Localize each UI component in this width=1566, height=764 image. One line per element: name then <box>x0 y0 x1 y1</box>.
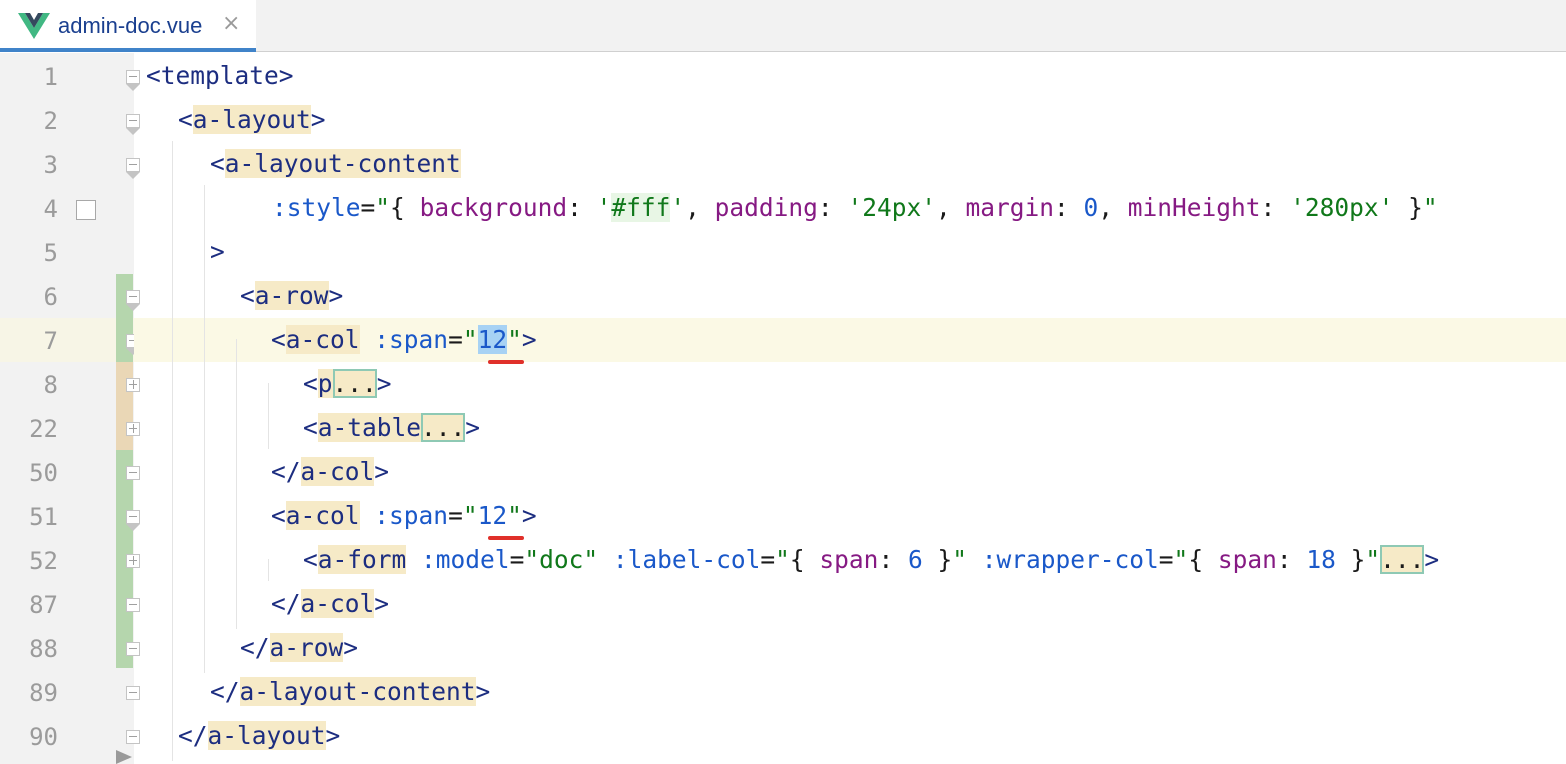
line-number: 50 <box>29 459 58 487</box>
line-number: 1 <box>43 63 58 91</box>
code-line-89: </a-layout-content> <box>210 677 491 706</box>
indent-guide <box>172 141 173 761</box>
folded-region[interactable]: ... <box>1380 545 1425 574</box>
red-underline-marker <box>488 536 524 540</box>
line-number: 88 <box>29 635 58 663</box>
gutter-arrow-icon <box>116 750 132 764</box>
line-number: 2 <box>43 107 58 135</box>
selected-value: 12 <box>477 325 508 354</box>
code-line-22: <a-table...> <box>303 413 481 442</box>
code-line-88: </a-row> <box>240 633 359 662</box>
code-line-51: <a-col :span="12"> <box>271 501 537 530</box>
line-number: 89 <box>29 679 58 707</box>
tab-admin-doc-vue[interactable]: admin-doc.vue × <box>0 0 256 52</box>
tab-label: admin-doc.vue <box>58 13 203 38</box>
line-number: 3 <box>43 151 58 179</box>
vue-logo-icon <box>18 13 50 39</box>
gutter-checkbox[interactable] <box>76 200 96 220</box>
code-line-90: </a-layout> <box>178 721 341 750</box>
indent-guide <box>268 559 269 581</box>
line-number: 4 <box>43 195 58 223</box>
line-number: 8 <box>43 371 58 399</box>
indent-guide <box>268 383 269 449</box>
indent-guide <box>236 339 237 629</box>
code-line-52: <a-form :model="doc" :label-col="{ span:… <box>303 545 1440 574</box>
red-underline-marker <box>488 360 524 364</box>
indent-guide <box>204 185 205 673</box>
editor-gutter: 1 2 3 4 5 6 7 8 22 50 51 52 87 88 89 90 <box>0 53 140 764</box>
code-line-4: :style="{ background: '#fff', padding: '… <box>272 193 1438 222</box>
line-number: 52 <box>29 547 58 575</box>
close-tab-icon[interactable]: × <box>222 11 240 36</box>
line-number: 7 <box>43 327 58 355</box>
code-line-5: > <box>210 237 225 266</box>
line-number: 51 <box>29 503 58 531</box>
code-line-7: <a-col :span="12"> <box>271 325 537 354</box>
folded-region[interactable]: ... <box>332 369 377 398</box>
editor-tab-bar: admin-doc.vue × <box>0 0 1566 52</box>
line-number: 90 <box>29 723 58 751</box>
line-number: 22 <box>29 415 58 443</box>
code-line-3: <a-layout-content <box>210 149 461 178</box>
line-number: 5 <box>43 239 58 267</box>
code-line-50: </a-col> <box>271 457 390 486</box>
code-line-8: <p...> <box>303 369 392 398</box>
line-number: 6 <box>43 283 58 311</box>
vcs-change-bar-modified[interactable] <box>116 362 133 450</box>
code-line-87: </a-col> <box>271 589 390 618</box>
code-line-2: <a-layout> <box>178 105 326 134</box>
code-line-6: <a-row> <box>240 281 344 310</box>
line-number: 87 <box>29 591 58 619</box>
folded-region[interactable]: ... <box>421 413 466 442</box>
code-editor[interactable]: <template> <a-layout> <a-layout-content … <box>134 53 1566 764</box>
code-line-1: <template> <box>146 61 294 90</box>
